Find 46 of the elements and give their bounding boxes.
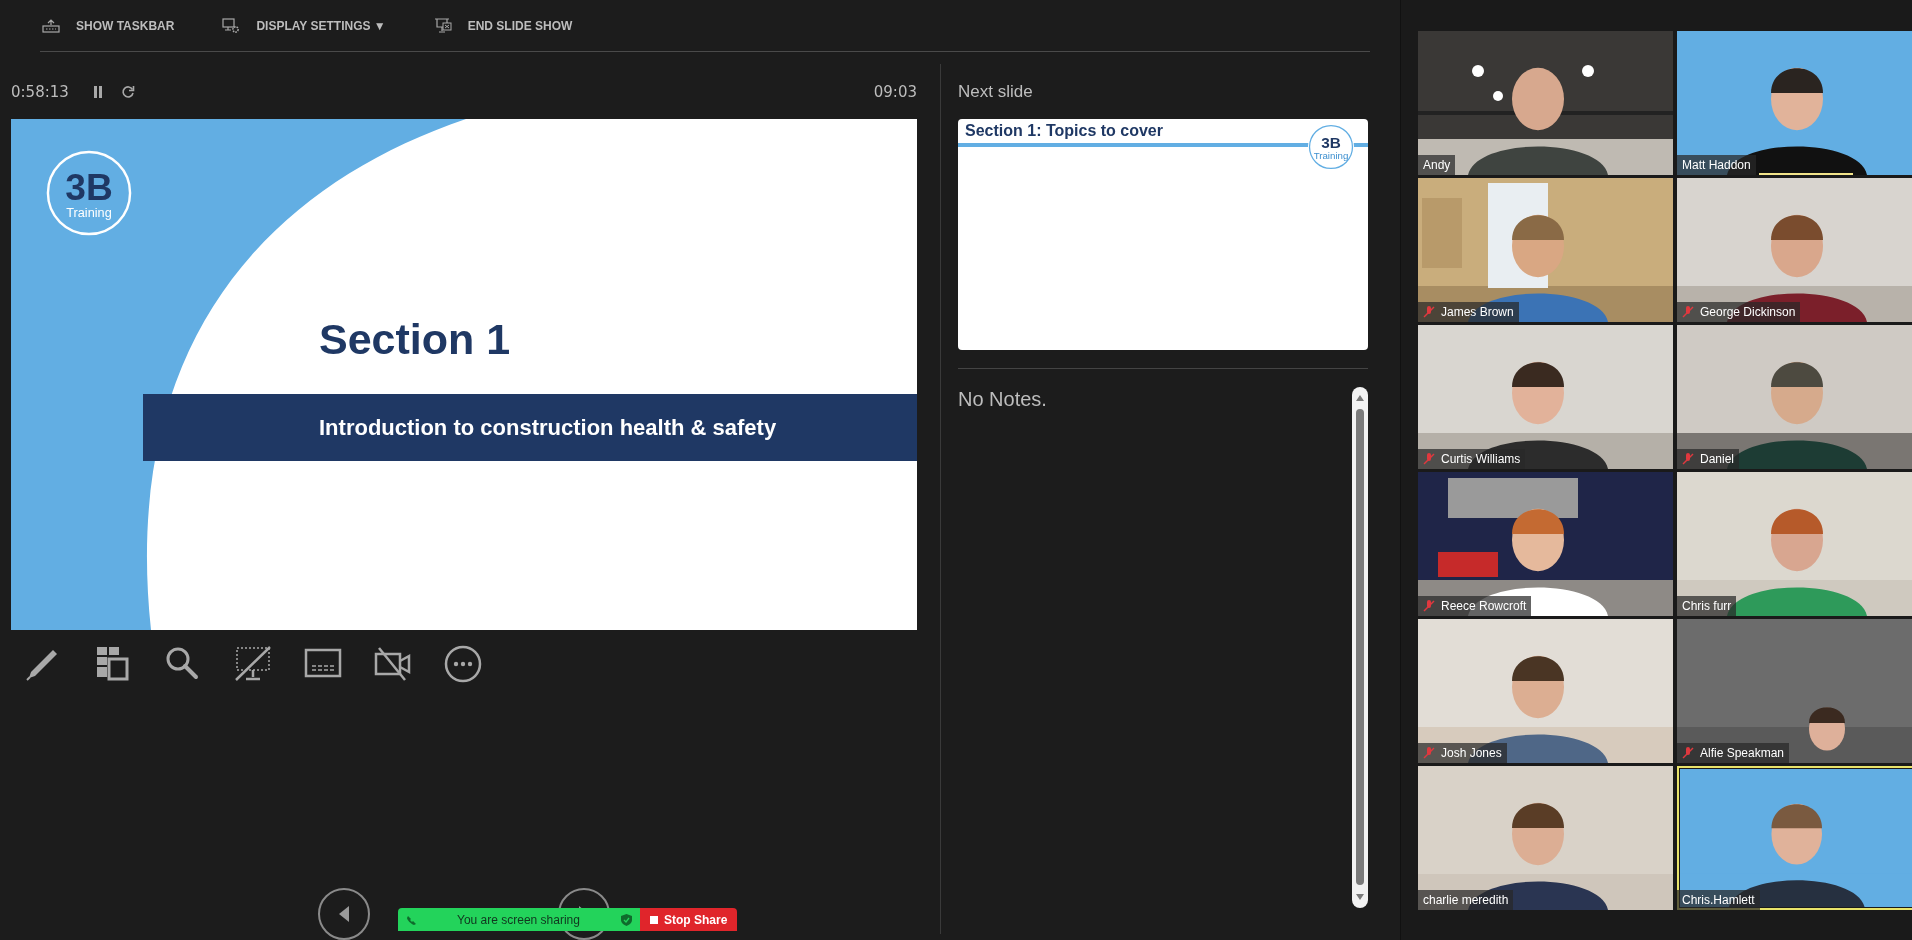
participant-name: Andy	[1423, 158, 1451, 172]
toolbar-button[interactable]: END SLIDE SHOW	[431, 13, 575, 38]
toolbar-button[interactable]: SHOW TASKBAR	[40, 14, 177, 37]
logo-mark: 3B	[1321, 133, 1341, 151]
more-options-icon	[443, 644, 483, 684]
reset-button[interactable]	[120, 84, 135, 99]
previous-slide-button[interactable]	[318, 888, 370, 940]
elapsed-time: 0:58:13	[11, 82, 69, 101]
participant-name: Curtis Williams	[1441, 452, 1521, 466]
next-slide-thumbnail[interactable]: Section 1: Topics to cover 3B Training	[958, 119, 1368, 350]
participant-name: George Dickinson	[1700, 305, 1796, 319]
logo-caption: Training	[1313, 149, 1349, 161]
shield-icon	[621, 913, 632, 926]
sharing-status: You are screen sharing	[456, 912, 581, 927]
blank-screen-icon	[233, 644, 273, 684]
participant-name: James Brown	[1441, 305, 1514, 319]
blank-screen-button[interactable]	[233, 644, 273, 684]
participant-name: Josh Jones	[1441, 746, 1502, 760]
taskbar-icon	[42, 18, 60, 33]
more-options-button[interactable]	[443, 644, 483, 684]
left-triangle-icon	[337, 905, 351, 923]
stop-square-icon	[650, 915, 658, 924]
participant-name: charlie meredith	[1423, 893, 1509, 907]
phone-icon	[406, 914, 416, 925]
participant-name: Chris.Hamlett	[1682, 893, 1755, 907]
pause-button[interactable]	[92, 84, 103, 99]
thumbnail-title: Section 1: Topics to cover	[965, 122, 1163, 140]
logo-caption: Training	[66, 205, 112, 221]
clock-time: 09:03	[873, 82, 917, 101]
toolbar-button[interactable]: DISPLAY SETTINGS ▼	[220, 13, 388, 38]
participant-name: Chris furr	[1682, 599, 1732, 613]
logo-mark: 3B	[65, 165, 113, 208]
pause-icon	[92, 84, 103, 99]
stop-share-button[interactable]: Stop Share	[640, 908, 737, 931]
participant-name: Daniel	[1700, 452, 1735, 466]
participant-name: Matt Haddon	[1682, 158, 1751, 172]
display-settings-icon	[222, 17, 241, 34]
slide-title: Section 1	[319, 315, 511, 364]
end-show-icon	[433, 17, 452, 34]
scrollbar[interactable]	[1352, 387, 1368, 908]
participant-name: Reece Rowcroft	[1441, 599, 1527, 613]
participant-name: Alfie Speakman	[1700, 746, 1785, 760]
slide-subtitle: Introduction to construction health & safety	[319, 414, 777, 441]
next-slide-heading: Next slide	[958, 80, 1034, 103]
notes-text: No Notes.	[958, 388, 1047, 411]
reset-icon	[120, 84, 135, 99]
